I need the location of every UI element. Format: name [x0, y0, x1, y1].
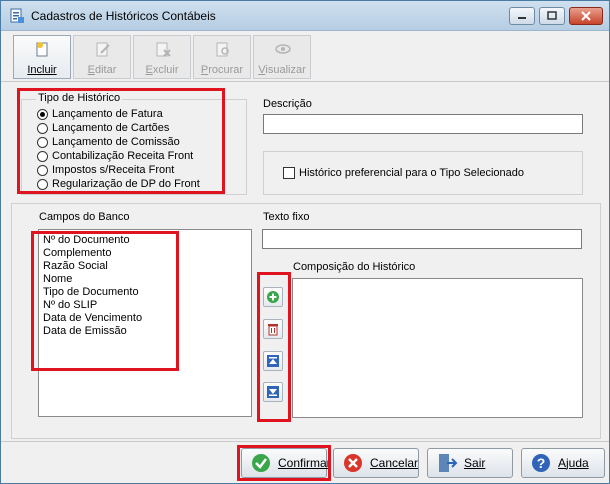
- confirmar-button[interactable]: Confirmar: [241, 448, 331, 478]
- minimize-icon: [518, 17, 526, 19]
- radio-regularizacao-dp[interactable]: Regularização de DP do Front: [37, 177, 200, 191]
- campos-banco-label: Campos do Banco: [39, 211, 130, 223]
- excluir-button[interactable]: Excluir: [133, 35, 191, 79]
- minimize-button[interactable]: [509, 7, 535, 25]
- maximize-button[interactable]: [539, 7, 565, 25]
- radio-label: Lançamento de Comissão: [52, 136, 180, 148]
- radio-lancamento-comissao[interactable]: Lançamento de Comissão: [37, 135, 180, 149]
- procurar-button[interactable]: Procurar: [193, 35, 251, 79]
- incluir-label: Incluir: [27, 64, 57, 76]
- eye-icon: [275, 44, 291, 54]
- texto-fixo-input[interactable]: [262, 229, 582, 249]
- composicao-label: Composição do Histórico: [293, 261, 416, 273]
- svg-text:?: ?: [537, 455, 546, 471]
- visualizar-label: Visualizar: [258, 64, 306, 76]
- radio-lancamento-cartoes[interactable]: Lançamento de Cartões: [37, 121, 169, 135]
- footer-divider: [1, 441, 609, 442]
- main-window: Cadastros de Históricos Contábeis Inclui…: [0, 0, 610, 484]
- move-down-button[interactable]: [263, 382, 283, 402]
- descricao-input[interactable]: [263, 114, 583, 134]
- toolbar: Incluir Editar Excluir Procurar Visualiz…: [1, 32, 609, 82]
- radio-label: Lançamento de Fatura: [52, 108, 163, 120]
- window-title: Cadastros de Históricos Contábeis: [31, 9, 216, 23]
- maximize-icon: [547, 11, 557, 20]
- radio-button[interactable]: [37, 136, 48, 148]
- add-field-button[interactable]: [263, 287, 283, 307]
- move-up-button[interactable]: [263, 351, 283, 371]
- remove-field-button[interactable]: [263, 319, 283, 339]
- radio-label: Lançamento de Cartões: [52, 122, 170, 134]
- editar-button[interactable]: Editar: [73, 35, 131, 79]
- visualizar-button[interactable]: Visualizar: [253, 35, 311, 79]
- radio-contabilizacao-receita[interactable]: Contabilização Receita Front: [37, 149, 193, 163]
- list-item[interactable]: Data de Vencimento: [43, 312, 142, 325]
- trash-icon: [268, 324, 278, 336]
- list-item[interactable]: Nome: [43, 273, 72, 286]
- edit-icon: [96, 42, 110, 57]
- list-item[interactable]: Tipo de Documento: [43, 286, 139, 299]
- check-icon: [252, 454, 270, 472]
- app-icon: [10, 8, 24, 23]
- cancelar-button[interactable]: Cancelar: [333, 448, 419, 478]
- list-item[interactable]: Nº do SLIP: [43, 299, 97, 312]
- radio-button[interactable]: [37, 150, 48, 162]
- list-item[interactable]: Nº do Documento: [43, 234, 130, 247]
- sair-label: Sair: [464, 456, 486, 470]
- radio-button[interactable]: [37, 122, 48, 134]
- radio-impostos-receita[interactable]: Impostos s/Receita Front: [37, 163, 174, 177]
- add-icon: [267, 291, 279, 303]
- incluir-button[interactable]: Incluir: [13, 35, 71, 79]
- new-document-icon: [36, 42, 48, 57]
- delete-document-icon: [156, 42, 171, 57]
- radio-lancamento-fatura[interactable]: Lançamento de Fatura: [37, 107, 163, 121]
- close-button[interactable]: [569, 7, 603, 25]
- texto-fixo-label: Texto fixo: [263, 211, 310, 223]
- campos-banco-list[interactable]: Nº do Documento Complemento Razão Social…: [38, 229, 252, 417]
- preferencial-label: Histórico preferencial para o Tipo Selec…: [299, 167, 525, 179]
- search-document-icon: [216, 42, 229, 57]
- exit-icon: [439, 454, 458, 472]
- cancel-icon: [344, 454, 362, 472]
- sair-button[interactable]: Sair: [427, 448, 513, 478]
- descricao-label: Descrição: [263, 98, 312, 110]
- radio-button-checked[interactable]: [37, 108, 48, 120]
- confirmar-label: Confirmar: [278, 456, 331, 470]
- list-item[interactable]: Razão Social: [43, 260, 108, 273]
- tipo-historico-legend: Tipo de Histórico: [36, 92, 123, 104]
- radio-label: Regularização de DP do Front: [52, 178, 200, 190]
- move-top-icon: [267, 355, 279, 367]
- radio-button[interactable]: [37, 178, 48, 190]
- move-bottom-icon: [267, 386, 279, 398]
- procurar-label: Procurar: [200, 64, 244, 76]
- preferencial-checkbox[interactable]: [283, 167, 295, 179]
- ajuda-label: Ajuda: [558, 456, 589, 470]
- close-icon: [581, 11, 591, 21]
- radio-label: Impostos s/Receita Front: [52, 164, 175, 176]
- help-icon: ?: [532, 454, 550, 472]
- ajuda-button[interactable]: ? Ajuda: [521, 448, 605, 478]
- radio-label: Contabilização Receita Front: [52, 150, 194, 162]
- composicao-list[interactable]: [292, 278, 583, 418]
- excluir-label: Excluir: [145, 64, 179, 76]
- preferencial-checkbox-row[interactable]: Histórico preferencial para o Tipo Selec…: [283, 167, 524, 179]
- editar-label: Editar: [87, 64, 117, 76]
- radio-button[interactable]: [37, 164, 48, 176]
- list-item[interactable]: Data de Emissão: [43, 325, 127, 338]
- list-item[interactable]: Complemento: [43, 247, 111, 260]
- title-bar[interactable]: Cadastros de Históricos Contábeis: [1, 1, 609, 31]
- cancelar-label: Cancelar: [370, 456, 419, 470]
